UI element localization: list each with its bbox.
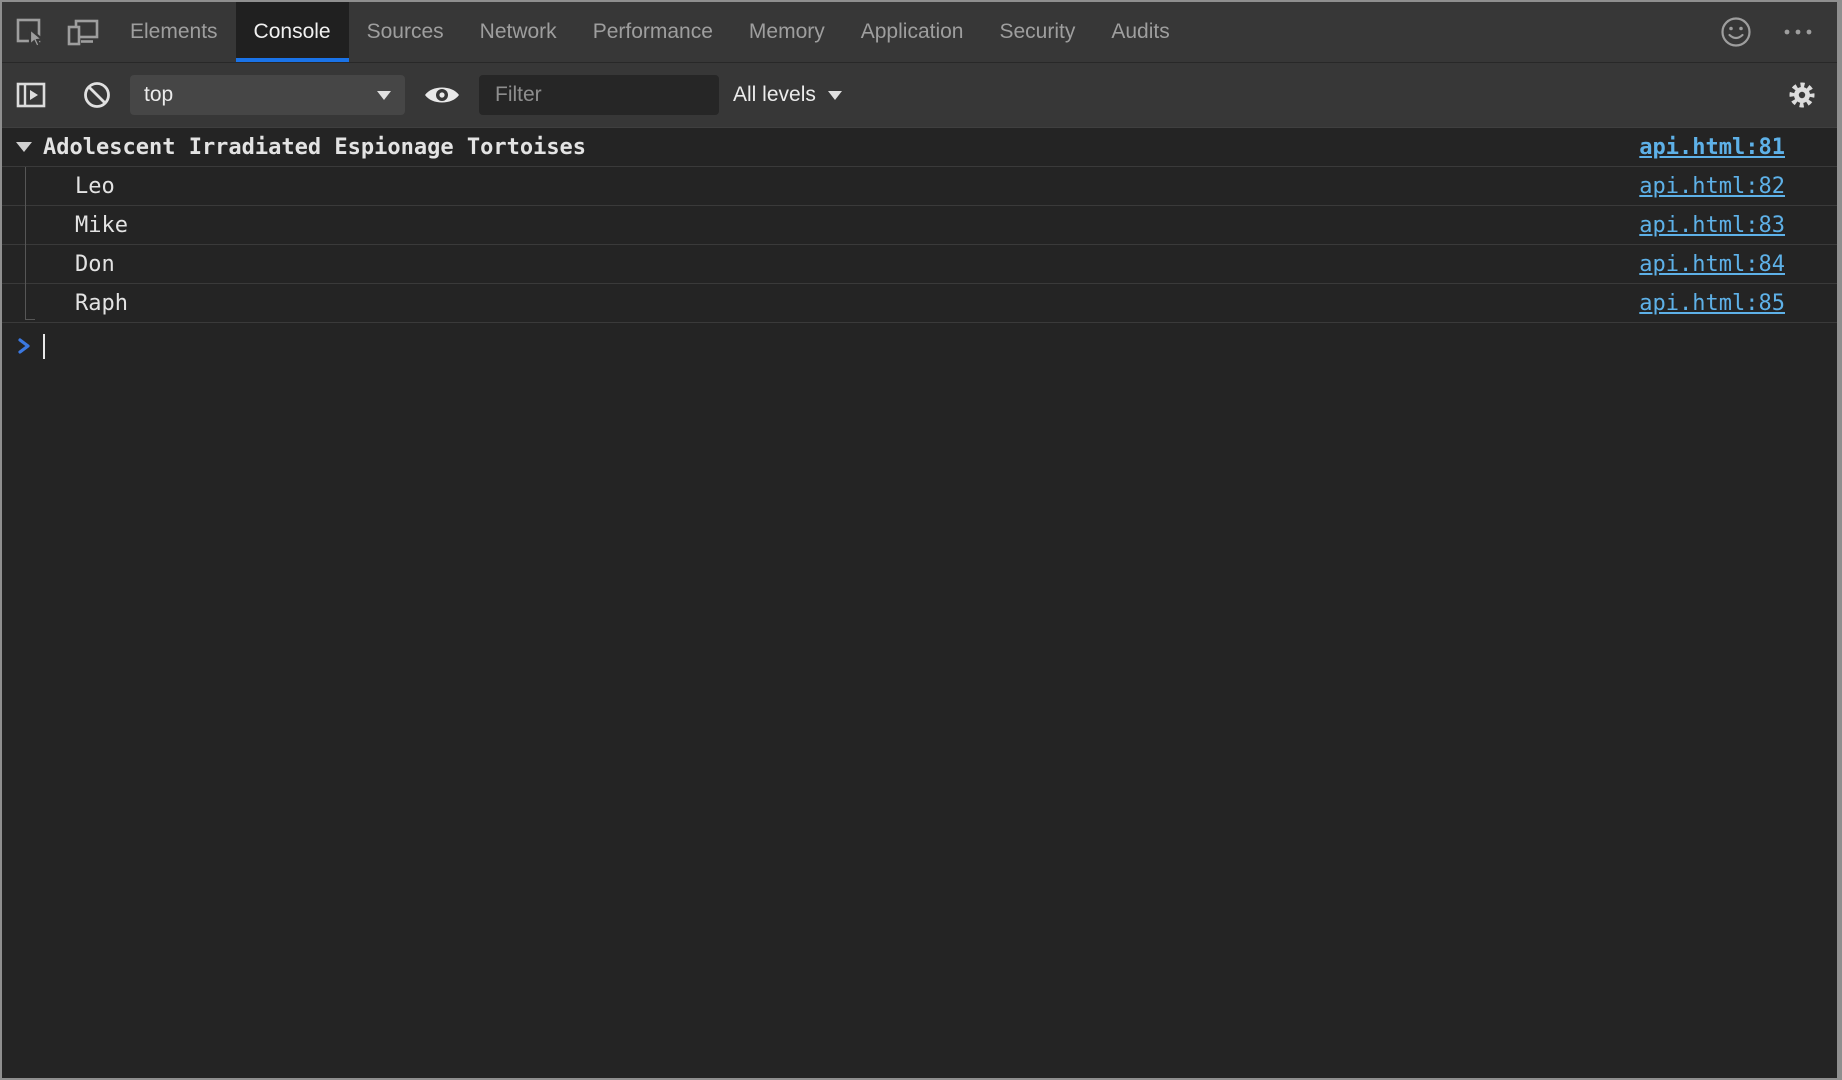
settings-gear-icon[interactable]: [1787, 80, 1817, 110]
source-link[interactable]: api.html:83: [1639, 213, 1785, 238]
tab-performance[interactable]: Performance: [575, 2, 731, 62]
console-toolbar: top All levels: [2, 63, 1837, 128]
device-toolbar-icon[interactable]: [66, 16, 100, 48]
source-link[interactable]: api.html:82: [1639, 174, 1785, 199]
panel-tabs: Elements Console Sources Network Perform…: [112, 2, 1188, 62]
message-text: Mike: [2, 213, 128, 238]
source-link[interactable]: api.html:81: [1639, 135, 1785, 160]
group-disclosure-icon[interactable]: [16, 142, 32, 152]
console-sidebar-toggle-icon[interactable]: [14, 79, 48, 111]
log-levels-dropdown[interactable]: All levels: [733, 83, 842, 107]
console-messages-pane: Adolescent Irradiated Espionage Tortoise…: [2, 128, 1837, 369]
source-link[interactable]: api.html:84: [1639, 252, 1785, 277]
inspect-element-icon[interactable]: [14, 16, 46, 48]
tab-security[interactable]: Security: [981, 2, 1093, 62]
message-text: Raph: [2, 291, 128, 316]
text-cursor: [43, 334, 45, 359]
tab-network[interactable]: Network: [462, 2, 575, 62]
chevron-down-icon: [377, 91, 391, 100]
console-message-row: Don api.html:84: [2, 245, 1837, 284]
console-message-row: Leo api.html:82: [2, 167, 1837, 206]
group-title: Adolescent Irradiated Espionage Tortoise…: [43, 135, 586, 160]
overflow-menu-icon[interactable]: [1783, 27, 1813, 37]
prompt-chevron-icon: [17, 337, 31, 355]
tab-audits[interactable]: Audits: [1093, 2, 1187, 62]
tab-elements[interactable]: Elements: [112, 2, 236, 62]
execution-context-selector[interactable]: top: [130, 75, 405, 115]
console-prompt[interactable]: [2, 323, 1837, 369]
source-link[interactable]: api.html:85: [1639, 291, 1785, 316]
console-group-header[interactable]: Adolescent Irradiated Espionage Tortoise…: [2, 128, 1837, 167]
devtools-window: Elements Console Sources Network Perform…: [0, 0, 1842, 1080]
tab-memory[interactable]: Memory: [731, 2, 843, 62]
message-text: Leo: [2, 174, 115, 199]
clear-console-icon[interactable]: [82, 80, 112, 110]
message-text: Don: [2, 252, 115, 277]
execution-context-value: top: [144, 83, 173, 107]
devtools-tabbar: Elements Console Sources Network Perform…: [2, 2, 1837, 63]
console-filter-input[interactable]: [479, 75, 719, 115]
chevron-down-icon: [828, 91, 842, 100]
tab-sources[interactable]: Sources: [349, 2, 462, 62]
log-levels-label: All levels: [733, 83, 816, 107]
eye-live-expression-icon[interactable]: [423, 81, 461, 109]
console-message-row: Mike api.html:83: [2, 206, 1837, 245]
tab-console[interactable]: Console: [236, 2, 349, 62]
console-message-row: Raph api.html:85: [2, 284, 1837, 323]
feedback-smiley-icon[interactable]: [1719, 15, 1753, 49]
tab-application[interactable]: Application: [843, 2, 982, 62]
